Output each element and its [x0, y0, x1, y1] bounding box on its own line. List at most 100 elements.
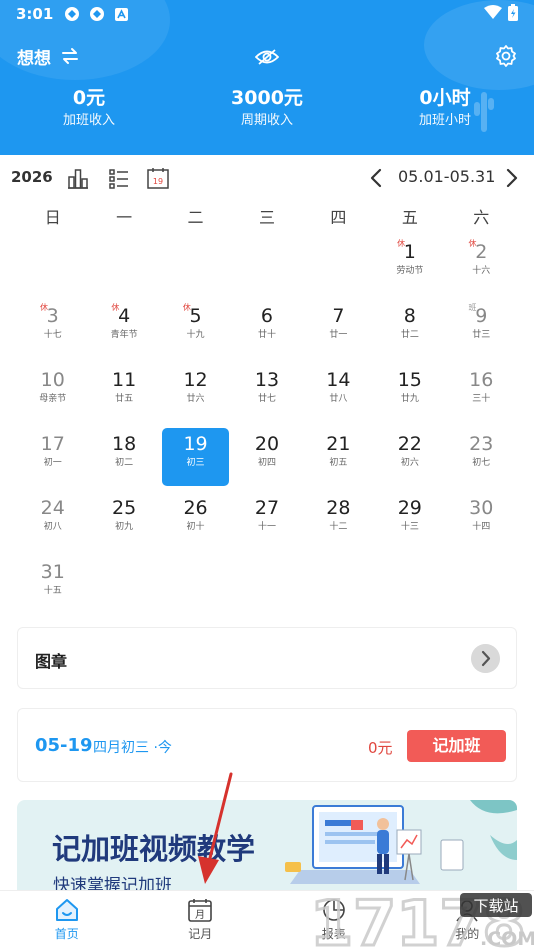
calendar-day[interactable]: 8 廿二 — [374, 298, 445, 362]
nav-monthly[interactable]: 月 记月 — [134, 891, 268, 950]
status-time: 3:01 — [16, 5, 54, 23]
lunar-date: 母亲节 — [39, 394, 67, 404]
list-view-icon[interactable] — [107, 166, 131, 190]
lunar-date: 初八 — [43, 522, 62, 532]
nav-home[interactable]: 首页 — [0, 891, 134, 950]
chevron-right-icon[interactable] — [502, 167, 522, 189]
calendar-day[interactable]: 18 初二 — [88, 426, 159, 490]
lunar-date: 青年节 — [110, 330, 138, 340]
stamp-card[interactable]: 图章 — [17, 627, 517, 689]
calendar-day[interactable]: 10 母亲节 — [17, 362, 88, 426]
day-number: 20 — [254, 433, 280, 455]
calendar-day[interactable]: 休 3 十七 — [17, 298, 88, 362]
lunar-date: 廿六 — [186, 394, 205, 404]
selected-lunar-date: 四月初三 ·今 — [93, 740, 172, 756]
calendar-empty-cell — [88, 234, 159, 298]
calendar-day[interactable]: 休 2 十六 — [446, 234, 517, 298]
calendar-day[interactable]: 28 十二 — [303, 490, 374, 554]
calendar-day[interactable]: 班 9 廿三 — [446, 298, 517, 362]
holiday-badge: 休 — [111, 303, 120, 312]
nav-reports[interactable]: 报表 — [267, 891, 401, 950]
lunar-date: 十六 — [472, 266, 491, 276]
sync-icon — [63, 6, 80, 23]
calendar-day[interactable]: 29 十三 — [374, 490, 445, 554]
calendar-day[interactable]: 16 三十 — [446, 362, 517, 426]
day-number: 29 — [397, 497, 422, 519]
stat-overtime-income[interactable]: 0元 加班收入 — [0, 85, 178, 135]
wifi-icon — [484, 5, 502, 23]
calendar-day[interactable]: 30 十四 — [446, 490, 517, 554]
summary-stats: 0元 加班收入 3000元 周期收入 0小时 加班小时 — [0, 85, 534, 135]
battery-icon — [508, 3, 518, 25]
calendar-day[interactable]: 27 十一 — [231, 490, 302, 554]
tutorial-banner[interactable]: 记加班视频教学 快速掌握记加班 — [17, 800, 517, 890]
calendar-day[interactable]: 19 初三 — [160, 426, 231, 490]
calendar-day[interactable]: 休 1 劳动节 — [374, 234, 445, 298]
day-number: 22 — [397, 433, 422, 455]
year-label[interactable]: 2026 — [11, 168, 53, 186]
lunar-date: 十九 — [186, 330, 205, 340]
app-screen: 3:01 想想 0元 加班收入 3000元 周期收入 0小时 加班小时 2026… — [0, 0, 534, 950]
eye-hidden-icon[interactable] — [255, 48, 279, 66]
weekday-header: 日 一 二 三 四 五 六 — [17, 204, 517, 228]
lunar-date: 廿九 — [400, 394, 419, 404]
lunar-date: 廿二 — [400, 330, 419, 340]
lunar-date: 廿五 — [115, 394, 134, 404]
weekday-label: 三 — [258, 208, 275, 227]
calendar-day[interactable]: 7 廿一 — [303, 298, 374, 362]
day-number: 4 — [118, 305, 131, 327]
workday-badge: 班 — [468, 303, 477, 312]
day-number: 13 — [254, 369, 280, 391]
day-number: 7 — [332, 305, 345, 327]
status-bar: 3:01 — [0, 0, 534, 28]
stat-value: 3000元 — [231, 87, 303, 109]
stat-label: 周期收入 — [240, 113, 293, 128]
banner-title: 记加班视频教学 — [52, 832, 256, 866]
stat-value: 0小时 — [419, 87, 471, 109]
chevron-left-icon[interactable] — [366, 167, 386, 189]
bar-chart-icon[interactable] — [66, 166, 90, 190]
calendar-today-icon[interactable]: 19 — [146, 166, 170, 190]
weekday-label: 四 — [330, 208, 347, 227]
day-number: 14 — [326, 369, 351, 391]
weekday-label: 六 — [473, 208, 490, 227]
calendar-day[interactable]: 17 初一 — [17, 426, 88, 490]
calendar-day[interactable]: 11 廿五 — [88, 362, 159, 426]
calendar-day[interactable]: 休 5 十九 — [160, 298, 231, 362]
calendar-empty-cell — [88, 554, 159, 618]
account-name[interactable]: 想想 — [17, 44, 51, 69]
chevron-right-icon[interactable] — [471, 644, 500, 673]
selected-date: 05-19 — [35, 735, 93, 756]
calendar-icon-text: 月 — [195, 909, 205, 921]
gear-icon[interactable] — [494, 44, 518, 68]
stamp-title: 图章 — [35, 652, 68, 671]
calendar-day[interactable]: 6 廿十 — [231, 298, 302, 362]
calendar-day[interactable]: 24 初八 — [17, 490, 88, 554]
calendar-day[interactable]: 20 初四 — [231, 426, 302, 490]
calendar-day[interactable]: 休 4 青年节 — [88, 298, 159, 362]
calendar-day[interactable]: 22 初六 — [374, 426, 445, 490]
day-number: 5 — [189, 305, 202, 327]
calendar-day[interactable]: 25 初九 — [88, 490, 159, 554]
holiday-badge: 休 — [468, 239, 477, 248]
record-overtime-button[interactable]: 记加班 — [407, 730, 506, 762]
stat-overtime-hours[interactable]: 0小时 加班小时 — [356, 85, 534, 135]
day-amount: 0元 — [368, 739, 393, 757]
calendar-day[interactable]: 23 初七 — [446, 426, 517, 490]
calendar-week-row: 17 初一 18 初二 19 初三 20 初四 21 初五 22 初六 23 初七 — [17, 426, 517, 490]
swap-icon[interactable] — [60, 46, 80, 66]
user-icon — [456, 900, 478, 922]
calendar-day[interactable]: 14 廿八 — [303, 362, 374, 426]
stat-period-income[interactable]: 3000元 周期收入 — [178, 85, 356, 135]
calendar-day[interactable]: 13 廿七 — [231, 362, 302, 426]
calendar-day[interactable]: 31 十五 — [17, 554, 88, 618]
calendar-day[interactable]: 12 廿六 — [160, 362, 231, 426]
day-number: 18 — [112, 433, 137, 455]
lunar-date: 十一 — [257, 522, 276, 532]
calendar-week-row: 休 3 十七休 4 青年节休 5 十九 6 廿十 7 廿一 8 廿二班 9 廿三 — [17, 298, 517, 362]
calendar-day[interactable]: 15 廿九 — [374, 362, 445, 426]
calendar-day[interactable]: 21 初五 — [303, 426, 374, 490]
lunar-date: 十四 — [472, 522, 491, 532]
nav-profile[interactable]: 我的 — [401, 891, 534, 950]
calendar-day[interactable]: 26 初十 — [160, 490, 231, 554]
